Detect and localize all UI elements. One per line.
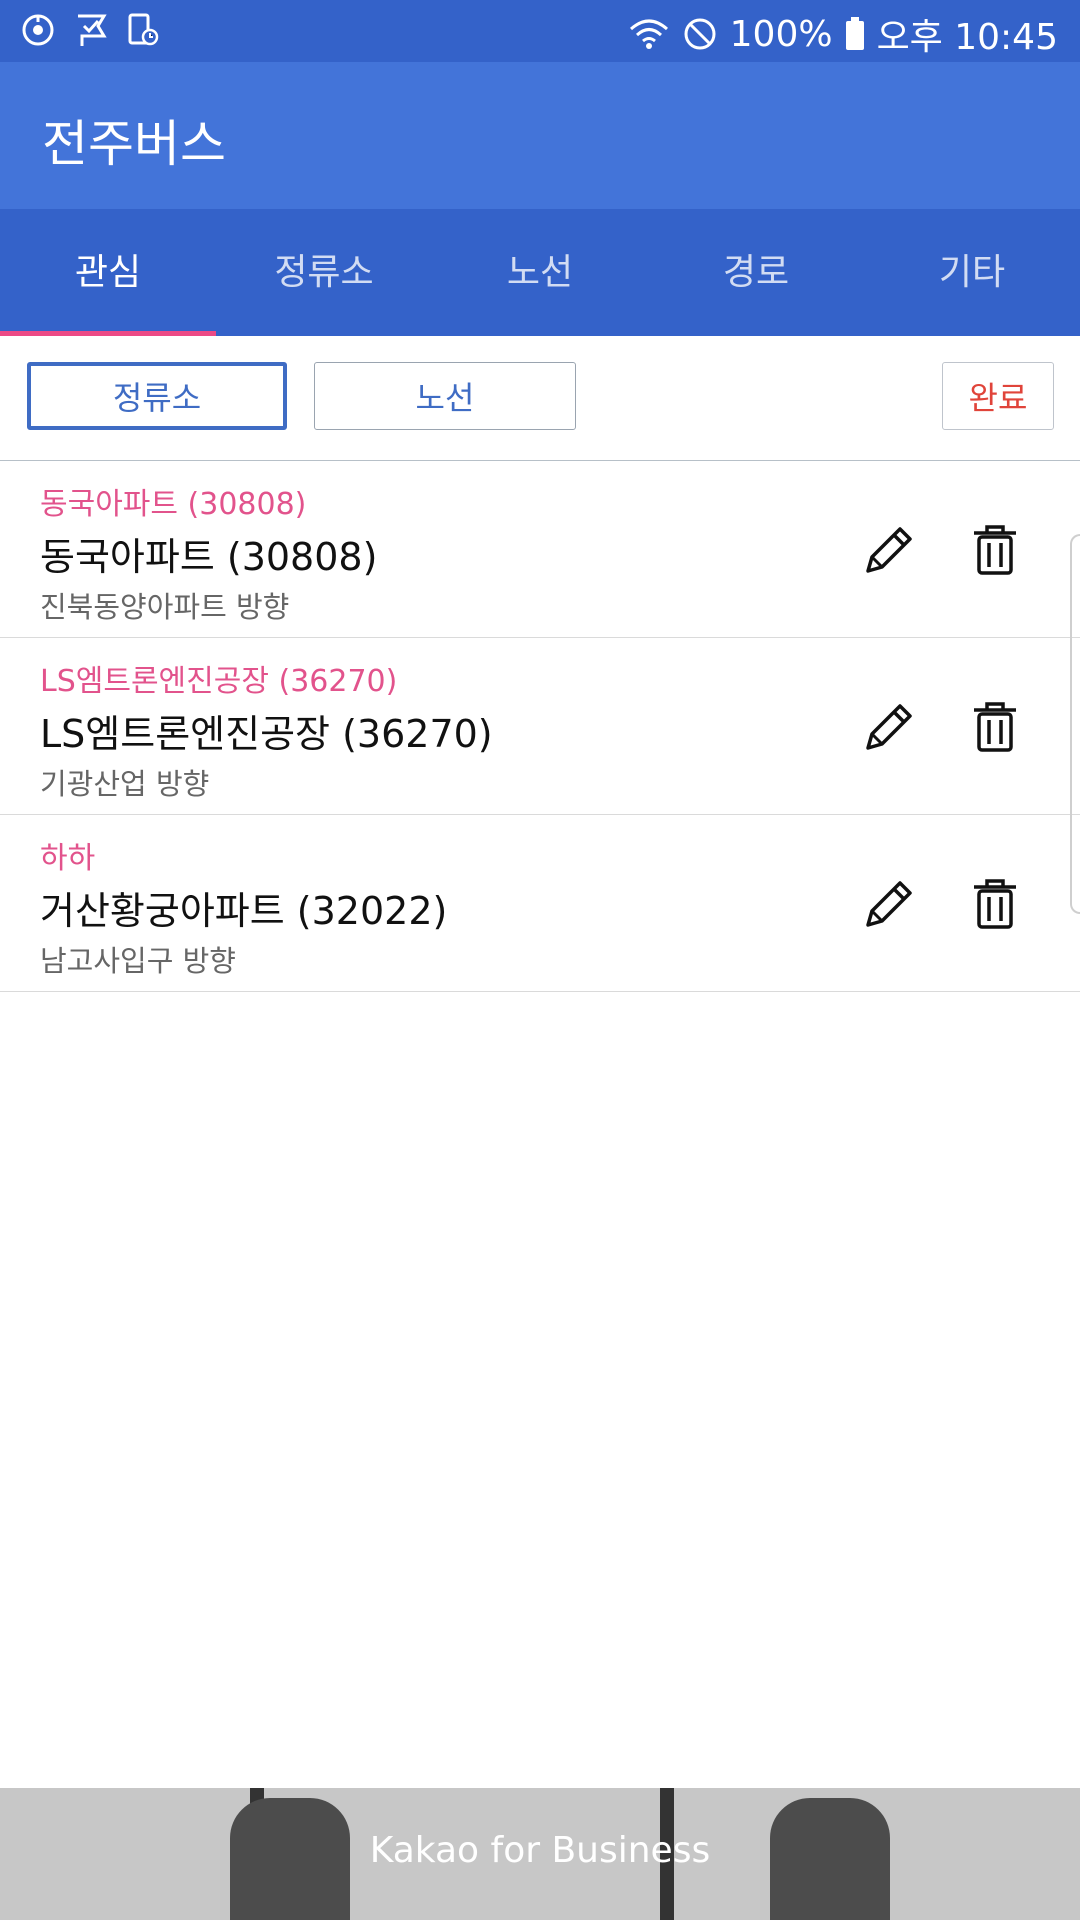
pencil-icon[interactable] — [862, 877, 916, 931]
edge-panel-handle[interactable] — [1070, 534, 1080, 914]
pencil-icon[interactable] — [862, 700, 916, 754]
trash-icon[interactable] — [970, 877, 1020, 931]
check-flag-icon — [74, 12, 108, 48]
do-not-disturb-icon — [682, 16, 718, 52]
list-item[interactable]: LS엠트론엔진공장 (36270) LS엠트론엔진공장 (36270) 기광산업… — [0, 638, 1080, 815]
ad-text: Kakao for Business — [369, 1830, 711, 1871]
item-direction: 진북동양아파트 방향 — [40, 590, 290, 624]
stop-filter-button[interactable]: 정류소 — [27, 362, 287, 430]
battery-percent: 100% — [729, 13, 833, 55]
app-bar: 전주버스 — [0, 62, 1080, 209]
tab-bar: 관심 정류소 노선 경로 기타 — [0, 209, 1080, 336]
list-item[interactable]: 동국아파트 (30808) 동국아파트 (30808) 진북동양아파트 방향 — [0, 461, 1080, 638]
tab-stops[interactable]: 정류소 — [216, 209, 432, 336]
sync-icon — [20, 12, 56, 48]
item-alias: 동국아파트 (30808) — [40, 487, 307, 522]
item-stop-name: 거산황궁아파트 (32022) — [40, 889, 448, 933]
trash-icon[interactable] — [970, 523, 1020, 577]
pencil-icon[interactable] — [862, 523, 916, 577]
done-button[interactable]: 완료 — [942, 362, 1054, 430]
app-title: 전주버스 — [42, 115, 226, 173]
item-alias: LS엠트론엔진공장 (36270) — [40, 664, 398, 699]
item-stop-name: 동국아파트 (30808) — [40, 535, 378, 579]
trash-icon[interactable] — [970, 700, 1020, 754]
tab-path[interactable]: 경로 — [648, 209, 864, 336]
item-alias: 하하 — [40, 841, 96, 876]
item-direction: 남고사입구 방향 — [40, 944, 236, 978]
tab-favorites[interactable]: 관심 — [0, 209, 216, 336]
phone-clock-icon — [126, 12, 160, 48]
item-direction: 기광산업 방향 — [40, 767, 210, 801]
battery-icon — [845, 17, 865, 51]
wifi-icon — [628, 17, 670, 51]
ad-banner[interactable]: Kakao for Business — [0, 1788, 1080, 1920]
filter-toolbar: 정류소 노선 완료 — [0, 336, 1080, 461]
status-bar: 100% 오후 10:45 — [0, 0, 1080, 62]
clock-time: 오후 10:45 — [876, 17, 1058, 58]
favorites-list: 동국아파트 (30808) 동국아파트 (30808) 진북동양아파트 방향 L… — [0, 461, 1080, 992]
list-item[interactable]: 하하 거산황궁아파트 (32022) 남고사입구 방향 — [0, 815, 1080, 992]
tab-routes[interactable]: 노선 — [432, 209, 648, 336]
route-filter-button[interactable]: 노선 — [314, 362, 576, 430]
item-stop-name: LS엠트론엔진공장 (36270) — [40, 712, 493, 756]
tab-etc[interactable]: 기타 — [864, 209, 1080, 336]
